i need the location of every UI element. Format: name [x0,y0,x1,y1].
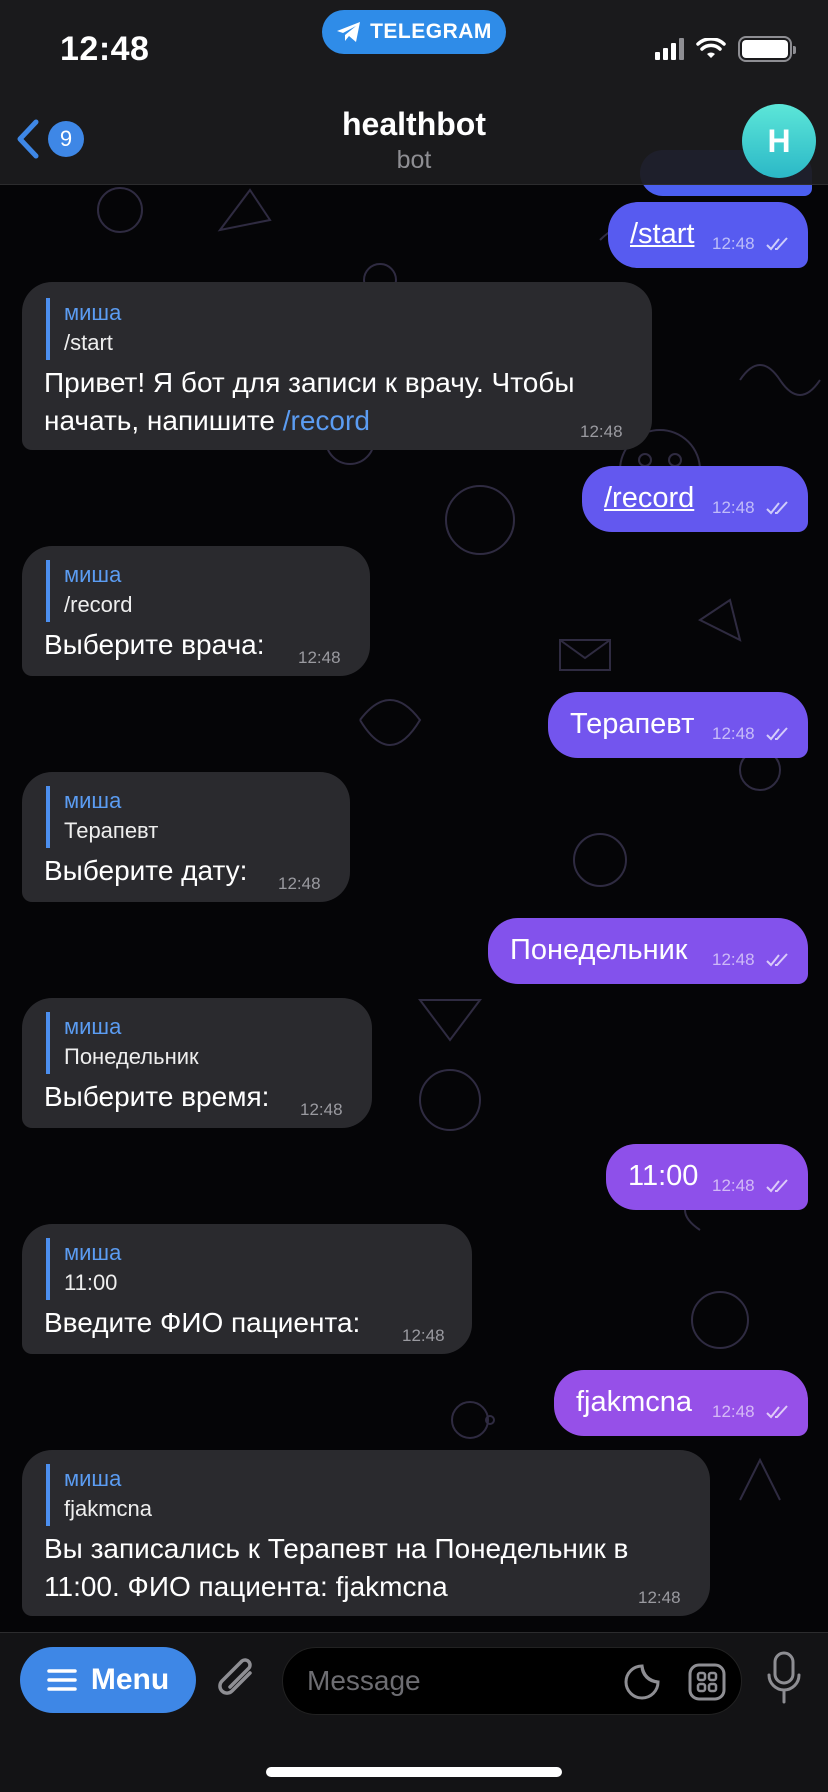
message-outgoing[interactable]: Терапевт 12:48 [548,692,808,758]
reply-quote[interactable]: миша 11:00 [46,1238,121,1300]
reply-author: миша [64,562,122,587]
message-incoming[interactable]: миша Понедельник Выберите время: 12:48 [22,998,372,1128]
message-incoming[interactable]: миша fjakmcna Вы записались к Терапевт н… [22,1450,710,1616]
message-outgoing[interactable]: fjakmcna 12:48 [554,1370,808,1436]
reply-text: Терапевт [64,818,159,843]
reply-author: миша [64,1240,122,1265]
wifi-icon [696,38,726,58]
message-outgoing[interactable]: 11:00 12:48 [606,1144,808,1210]
message-incoming[interactable]: миша 11:00 Введите ФИО пациента: 12:48 [22,1224,472,1354]
double-check-icon [766,501,788,515]
message-incoming[interactable]: миша Терапевт Выберите дату: 12:48 [22,772,350,902]
message-incoming[interactable]: миша /start Привет! Я бот для записи к в… [22,282,652,450]
microphone-icon[interactable] [766,1651,802,1707]
message-text-line: Вы записались к Терапевт на Понедельник … [44,1533,629,1564]
bot-menu-button[interactable]: Menu [20,1647,196,1713]
battery-icon [738,36,796,62]
message-time: 12:48 [298,648,341,667]
top-bar: 12:48 TELEGRAM 9 healthbot bot H [0,0,828,185]
double-check-icon [766,953,788,967]
message-time: 12:48 [712,1402,755,1421]
reply-author: миша [64,1014,122,1039]
chat-title[interactable]: healthbot [0,106,828,143]
hamburger-icon [47,1669,77,1691]
message-time: 12:48 [712,724,755,743]
reply-quote[interactable]: миша Терапевт [46,786,158,848]
double-check-icon [766,1179,788,1193]
message-time: 12:48 [402,1326,445,1345]
message-text[interactable]: 11:00 [628,1158,698,1194]
message-incoming[interactable]: миша /record Выберите врача: 12:48 [22,546,370,676]
double-check-icon [766,727,788,741]
message-text[interactable]: Терапевт [570,706,694,742]
message-time: 12:48 [712,498,755,517]
message-time: 12:48 [300,1100,343,1119]
message-input-field[interactable] [282,1647,742,1715]
reply-text: /record [64,592,133,617]
message-time: 12:48 [712,950,755,969]
message-time: 12:48 [580,422,623,441]
message-text: Введите ФИО пациента: [44,1307,361,1338]
reply-quote[interactable]: миша /record [46,560,132,622]
chat-avatar[interactable]: H [742,104,816,178]
reply-text: fjakmcna [64,1496,153,1521]
status-icons [655,36,796,62]
message-outgoing[interactable]: Понедельник 12:48 [488,918,808,984]
telegram-pill-label: TELEGRAM [370,20,492,43]
message-text: Выберите время: [44,1081,270,1112]
message-time: 12:48 [638,1588,681,1607]
reply-author: миша [64,788,122,813]
reply-text: /start [64,330,113,355]
message-outgoing[interactable]: /start 12:48 [608,202,808,268]
reply-author: миша [64,300,122,325]
composer-bar: Menu [0,1632,828,1792]
reply-quote[interactable]: миша /start [46,298,121,360]
message-text-line: Привет! Я бот для записи к врачу. Чтобы [44,367,575,398]
reply-quote[interactable]: миша fjakmcna [46,1464,152,1526]
chat-subtitle: bot [396,146,432,174]
sticker-icon[interactable] [623,1663,661,1701]
command-grid-icon[interactable] [687,1662,727,1702]
menu-button-label: Menu [90,1663,170,1696]
signal-icon [655,38,684,60]
message-text-line: начать, напишите [44,405,283,436]
message-body: Вы записались к Терапевт на Понедельник … [44,1530,628,1606]
message-text[interactable]: Понедельник [510,932,688,968]
reply-quote[interactable]: миша Понедельник [46,1012,199,1074]
record-command-link[interactable]: /record [283,405,370,436]
message-text-line: 11:00. ФИО пациента: fjakmcna [44,1571,448,1602]
status-time: 12:48 [60,30,150,68]
reply-author: миша [64,1466,122,1491]
message-time: 12:48 [712,234,755,253]
message-list[interactable]: /start 12:48 миша /start Привет! Я бот д… [0,0,828,1792]
paperclip-icon[interactable] [216,1653,260,1705]
message-text: Выберите врача: [44,629,265,660]
message-text[interactable]: /start [630,216,694,252]
telegram-icon [337,22,361,42]
message-outgoing[interactable]: /record 12:48 [582,466,808,532]
double-check-icon [766,237,788,251]
home-indicator[interactable] [266,1767,562,1777]
message-text: Выберите дату: [44,855,248,886]
message-input[interactable] [307,1648,607,1714]
message-text[interactable]: /record [604,480,694,516]
message-time: 12:48 [712,1176,755,1195]
reply-text: 11:00 [64,1270,118,1295]
telegram-pill[interactable]: TELEGRAM [322,10,506,54]
message-time: 12:48 [278,874,321,893]
message-body: Привет! Я бот для записи к врачу. Чтобы … [44,364,574,440]
message-text[interactable]: fjakmcna [576,1384,692,1420]
reply-text: Понедельник [64,1044,199,1069]
double-check-icon [766,1405,788,1419]
